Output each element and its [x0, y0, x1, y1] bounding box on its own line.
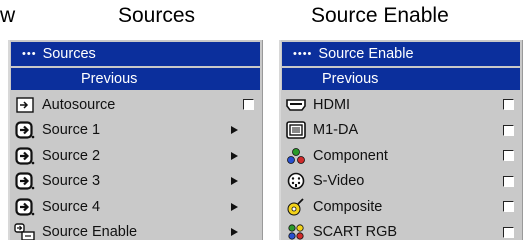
menu-item-scart-rgb[interactable]: SCART RGB — [282, 220, 520, 240]
menu-item-source-2[interactable]: Source 2 — [11, 143, 260, 169]
sources-menu-title: ••• Sources — [11, 42, 260, 66]
menu-item-label: Composite — [313, 198, 383, 215]
partial-caption: w — [0, 4, 16, 27]
source-input-icon — [14, 171, 36, 191]
menu-item-label: Component — [313, 147, 388, 164]
source-enable-menu: •••• Source Enable Previous HDMI M1-DA C… — [279, 40, 523, 240]
source-enable-menu-title-label: Source Enable — [318, 46, 414, 62]
previous-menu-item[interactable]: Previous — [282, 68, 520, 90]
source-input-icon — [14, 120, 36, 140]
menu-item-component[interactable]: Component — [282, 143, 520, 169]
menu-item-source-enable[interactable]: Source Enable — [11, 220, 260, 240]
s-video-icon — [285, 171, 307, 191]
component-icon — [285, 146, 307, 166]
autosource-icon — [14, 95, 36, 115]
menu-item-source-4[interactable]: Source 4 — [11, 194, 260, 220]
s-video-checkbox[interactable] — [503, 175, 514, 187]
source-enable-caption: Source Enable — [311, 4, 449, 27]
sources-menu-title-label: Sources — [42, 46, 96, 62]
previous-label: Previous — [81, 71, 138, 87]
menu-item-autosource[interactable]: Autosource — [11, 92, 260, 118]
composite-checkbox[interactable] — [503, 201, 514, 213]
previous-label: Previous — [322, 71, 379, 87]
menu-item-label: S-Video — [313, 173, 365, 190]
submenu-arrow-icon — [231, 228, 238, 237]
sources-caption: Sources — [118, 4, 196, 27]
autosource-checkbox[interactable] — [243, 99, 254, 111]
composite-icon — [285, 197, 307, 217]
sources-menu: ••• Sources Previous Autosource Source 1… — [8, 40, 263, 240]
menu-item-label: Source 1 — [42, 122, 101, 139]
submenu-arrow-icon — [231, 151, 238, 160]
menu-item-label: M1-DA — [313, 122, 359, 139]
scart-rgb-icon — [285, 222, 307, 240]
m1-da-checkbox[interactable] — [503, 124, 514, 136]
submenu-arrow-icon — [231, 202, 238, 211]
menu-item-label: Autosource — [42, 96, 116, 113]
menu-item-hdmi[interactable]: HDMI — [282, 92, 520, 118]
menu-item-label: Source Enable — [42, 224, 138, 240]
source-enable-menu-title: •••• Source Enable — [282, 42, 520, 66]
menu-item-source-3[interactable]: Source 3 — [11, 169, 260, 195]
menu-item-composite[interactable]: Composite — [282, 194, 520, 220]
submenu-arrow-icon — [231, 126, 238, 135]
menu-item-label: Source 4 — [42, 198, 101, 215]
hdmi-icon — [285, 95, 307, 115]
component-checkbox[interactable] — [503, 150, 514, 162]
menu-level-dots: ••• — [22, 48, 37, 60]
m1-da-icon — [285, 120, 307, 140]
menu-item-label: SCART RGB — [313, 224, 398, 240]
menu-item-label: HDMI — [313, 96, 351, 113]
menu-item-m1-da[interactable]: M1-DA — [282, 118, 520, 144]
menu-item-label: Source 3 — [42, 173, 101, 190]
source-enable-icon — [14, 222, 36, 240]
menu-level-dots: •••• — [293, 48, 313, 60]
menu-item-source-1[interactable]: Source 1 — [11, 118, 260, 144]
source-input-icon — [14, 146, 36, 166]
menu-item-s-video[interactable]: S-Video — [282, 169, 520, 195]
previous-menu-item[interactable]: Previous — [11, 68, 260, 90]
submenu-arrow-icon — [231, 177, 238, 186]
scart-rgb-checkbox[interactable] — [503, 226, 514, 238]
hdmi-checkbox[interactable] — [503, 99, 514, 111]
source-input-icon — [14, 197, 36, 217]
menu-item-label: Source 2 — [42, 147, 101, 164]
